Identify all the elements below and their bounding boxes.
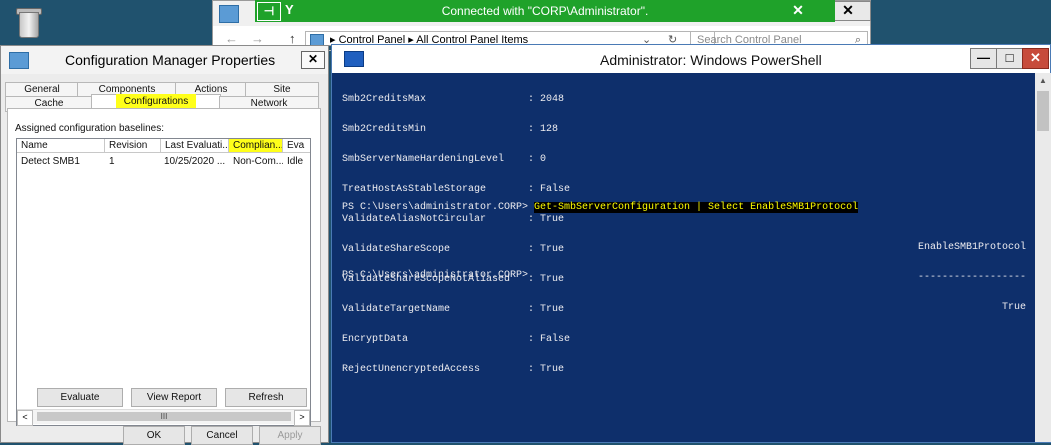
view-report-button[interactable]: View Report xyxy=(131,388,217,407)
refresh-button[interactable]: Refresh xyxy=(225,388,307,407)
vertical-scrollbar[interactable]: ▲ xyxy=(1035,73,1051,442)
scroll-thumb[interactable]: III xyxy=(37,412,291,421)
recycle-bin-icon[interactable] xyxy=(13,6,43,40)
scroll-thumb[interactable] xyxy=(1037,91,1049,131)
column-header-compliance[interactable]: Complian... xyxy=(229,139,283,153)
scroll-right-button[interactable]: > xyxy=(294,410,310,426)
minimize-button[interactable]: — xyxy=(970,48,997,69)
cancel-button[interactable]: Cancel xyxy=(191,426,253,445)
horizontal-scrollbar[interactable]: < III > xyxy=(17,409,310,426)
property-line: ValidateTargetName: True xyxy=(342,304,565,315)
dialog-title: Configuration Manager Properties xyxy=(65,52,276,68)
column-header-revision[interactable]: Revision xyxy=(105,139,161,153)
baselines-label: Assigned configuration baselines: xyxy=(15,123,164,134)
cell-compliance: Non-Com... xyxy=(233,156,283,167)
apply-button[interactable]: Apply xyxy=(259,426,321,445)
property-line: RejectUnencryptedAccess: True xyxy=(342,364,565,375)
property-line: TreatHostAsStableStorage: False xyxy=(342,184,571,195)
powershell-titlebar: Administrator: Windows PowerShell — □ ✕ xyxy=(332,45,1050,73)
rdp-connection-bar: ⊣ Y Connected with "CORP\Administrator".… xyxy=(255,0,835,22)
cell-name: Detect SMB1 xyxy=(21,156,80,167)
close-button[interactable]: ✕ xyxy=(1022,48,1049,69)
evaluate-button[interactable]: Evaluate xyxy=(37,388,123,407)
baselines-list[interactable]: Name Revision Last Evaluati... Complian.… xyxy=(16,138,311,426)
ok-button[interactable]: OK xyxy=(123,426,185,445)
command-result: EnableSMB1Protocol ------------------ Tr… xyxy=(918,223,1026,333)
property-line: Smb2CreditsMax: 2048 xyxy=(342,94,565,105)
maximize-button[interactable]: □ xyxy=(996,48,1023,69)
result-header: EnableSMB1Protocol xyxy=(917,242,1026,253)
column-header-last-evaluation[interactable]: Last Evaluati... xyxy=(161,139,229,153)
cell-revision: 1 xyxy=(109,156,115,167)
forward-arrow-icon[interactable]: → xyxy=(251,31,264,46)
prompt: PS C:\Users\administrator.CORP> xyxy=(342,202,535,213)
property-line: ValidateAliasNotCircular: True xyxy=(342,214,565,225)
back-arrow-icon[interactable]: ← xyxy=(225,31,238,46)
cell-evaluation-state: Idle xyxy=(287,156,304,167)
highlighted-command: Get-SmbServerConfiguration | Select Enab… xyxy=(534,202,859,213)
rdp-close-button[interactable]: ✕ xyxy=(787,1,809,21)
connection-status-text: Connected with "CORP\Administrator". xyxy=(441,4,649,18)
config-manager-icon xyxy=(9,52,29,69)
result-rule: ------------------ xyxy=(917,272,1026,283)
property-line: ValidateShareScope: True xyxy=(342,244,565,255)
tab-configurations-label: Configurations xyxy=(115,94,197,109)
powershell-icon xyxy=(344,51,364,67)
property-line: Smb2CreditsMin: 128 xyxy=(342,124,559,135)
scroll-up-icon[interactable]: ▲ xyxy=(1035,73,1051,89)
dialog-titlebar: Configuration Manager Properties ✕ xyxy=(1,46,328,74)
scroll-left-button[interactable]: < xyxy=(17,410,33,426)
result-value: True xyxy=(1001,302,1026,313)
powershell-title: Administrator: Windows PowerShell xyxy=(600,52,822,68)
up-arrow-icon[interactable]: ↑ xyxy=(289,31,296,46)
control-panel-icon xyxy=(219,5,239,23)
command-line[interactable]: PS C:\Users\administrator.CORP> Get-SmbS… xyxy=(342,202,859,213)
cell-last-evaluation: 10/25/2020 ... xyxy=(164,156,226,167)
dialog-close-button[interactable]: ✕ xyxy=(301,51,325,69)
property-line: EncryptData: False xyxy=(342,334,571,345)
powershell-window[interactable]: Administrator: Windows PowerShell — □ ✕ … xyxy=(331,44,1051,443)
column-header-name[interactable]: Name xyxy=(17,139,105,153)
column-header-evaluation[interactable]: Eva xyxy=(283,139,310,153)
configuration-manager-dialog: Configuration Manager Properties ✕ Gener… xyxy=(0,45,329,445)
console-output: Smb2CreditsMax: 2048 Smb2CreditsMin: 128… xyxy=(342,75,570,395)
property-line: SmbServerNameHardeningLevel: 0 xyxy=(342,154,547,165)
current-prompt[interactable]: PS C:\Users\administrator.CORP> xyxy=(342,271,528,281)
